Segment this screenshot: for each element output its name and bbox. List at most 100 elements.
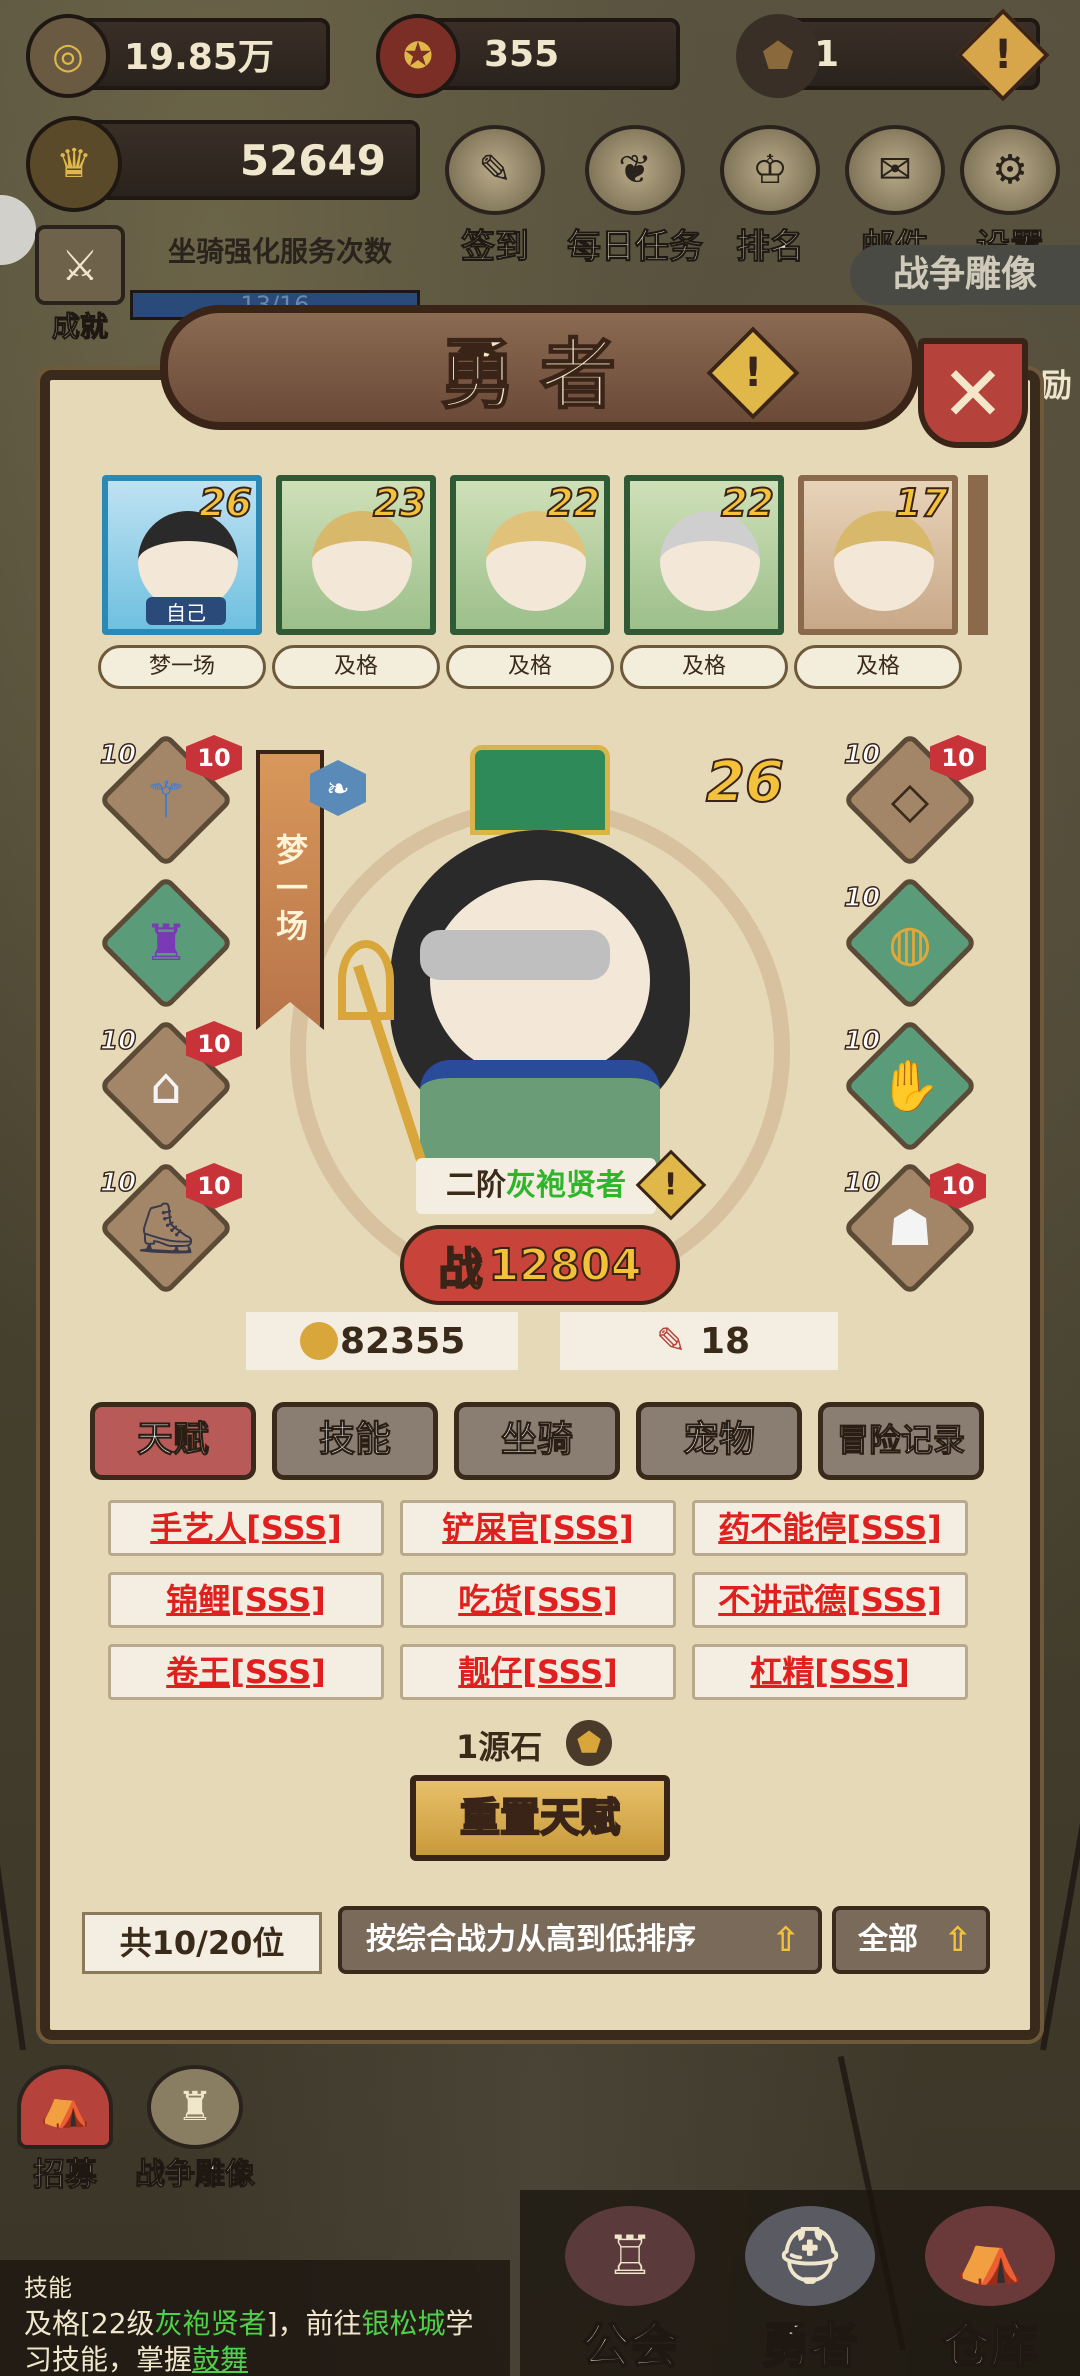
gold-counter[interactable]: ◎ 19.85万 xyxy=(26,14,330,98)
talent-link[interactable]: 锦鲤[SSS] xyxy=(108,1572,384,1628)
hero-level: 22 xyxy=(720,481,775,526)
talent-link[interactable]: 铲屎官[SSS] xyxy=(400,1500,676,1556)
sort-dropdown[interactable]: 按综合战力从高到低排序 ⇧ xyxy=(338,1906,822,1974)
self-tag: 自己 xyxy=(146,597,226,625)
equip-level: 10 xyxy=(99,739,137,771)
eye-bandage xyxy=(420,930,610,980)
class-tier: 二阶 xyxy=(446,1168,506,1203)
panel-title: 勇者 xyxy=(439,329,640,420)
talent-link[interactable]: 卷王[SSS] xyxy=(108,1644,384,1700)
power-counter: ♛ 52649 xyxy=(26,116,420,212)
hero-level-big: 26 xyxy=(705,749,785,816)
war-statue-button[interactable]: ♜ 战争雕像 xyxy=(125,2065,265,2193)
statue-icon: ♜ xyxy=(147,2065,243,2149)
hero-name: 及格 xyxy=(620,645,788,689)
task-text-part: ]，前往 xyxy=(266,2307,362,2340)
panel-title-bar: 勇者 xyxy=(160,305,920,430)
hero-count: 共10/20位 xyxy=(82,1912,322,1974)
nav-guild[interactable]: ♖ 公会 xyxy=(545,2206,715,2376)
scroll-cost-value: 18 xyxy=(700,1320,751,1362)
hero-level: 22 xyxy=(546,481,601,526)
medal-counter[interactable]: ✪ 355 xyxy=(376,14,680,98)
task-text: 及格[22级灰袍贤者]，前往银松城学习技能，掌握鼓舞 xyxy=(24,2306,486,2376)
gold-value: 19.85万 xyxy=(124,37,274,78)
mail-icon: ✉ xyxy=(845,125,945,215)
battle-power-banner: 战 12804 xyxy=(400,1225,680,1305)
tab-adventure-log[interactable]: 冒险记录 xyxy=(818,1402,984,1480)
talent-link[interactable]: 吃货[SSS] xyxy=(400,1572,676,1628)
nav-warehouse[interactable]: ⛺ 仓库 xyxy=(905,2206,1075,2376)
talent-link[interactable]: 靓仔[SSS] xyxy=(400,1644,676,1700)
task-title: 技能 xyxy=(24,2274,72,2302)
laurel-icon: ♛ xyxy=(26,116,122,212)
hero-level: 17 xyxy=(894,481,949,526)
achievement-button[interactable]: ⚔ 成就 xyxy=(30,225,130,345)
daily-task-button[interactable]: ❦ 每日任务 xyxy=(560,125,710,268)
scroll-icon: ✎ xyxy=(656,1320,687,1362)
scroll-icon: ❦ xyxy=(585,125,685,215)
crown-hat xyxy=(470,745,610,835)
talent-link[interactable]: 杠精[SSS] xyxy=(692,1644,968,1700)
exclamation-icon: ! xyxy=(743,350,763,396)
gear-icon: ⚙ xyxy=(960,125,1060,215)
battle-power-value: 12804 xyxy=(487,1239,642,1292)
achievement-label: 成就 xyxy=(51,310,108,344)
exclamation-icon: ! xyxy=(993,32,1013,78)
task-text-part: 及格[22级 xyxy=(24,2307,155,2340)
tab-mount[interactable]: 坐骑 xyxy=(454,1402,620,1480)
nav-warehouse-label: 仓库 xyxy=(941,2317,1039,2375)
sort-label: 按综合战力从高到低排序 xyxy=(366,1922,696,1957)
hero-portrait xyxy=(834,511,934,611)
hero-name: 及格 xyxy=(272,645,440,689)
hero-card[interactable]: 17 xyxy=(798,475,958,635)
hero-card-self[interactable]: 26 自己 xyxy=(102,475,262,635)
equip-level: 10 xyxy=(99,1167,137,1199)
recruit-button[interactable]: ⛺ 招募 xyxy=(10,2065,120,2194)
equip-level: 10 xyxy=(843,1167,881,1199)
shield-medal-icon: ✪ xyxy=(376,14,460,98)
scroll-cost: ✎ 18 xyxy=(560,1312,838,1370)
arrow-up-icon: ⇧ xyxy=(771,1920,801,1960)
hero-portrait xyxy=(660,511,760,611)
ranking-button[interactable]: ♔ 排名 xyxy=(705,125,835,268)
nav-hero[interactable]: ⛑ 勇者 xyxy=(725,2206,895,2376)
filter-dropdown[interactable]: 全部 ⇧ xyxy=(832,1906,990,1974)
filter-label: 全部 xyxy=(858,1922,918,1957)
hero-card[interactable]: 22 xyxy=(624,475,784,635)
coin-icon xyxy=(300,1322,338,1360)
class-name: 灰袍贤者 xyxy=(506,1168,626,1203)
tab-talent[interactable]: 天赋 xyxy=(90,1402,256,1480)
hero-card[interactable]: 22 xyxy=(450,475,610,635)
daily-task-label: 每日任务 xyxy=(567,227,704,268)
helmet-icon: ⛑ xyxy=(745,2206,875,2306)
tent-icon: ⛺ xyxy=(17,2065,113,2149)
task-city: 银松城 xyxy=(361,2307,446,2340)
hero-portrait xyxy=(312,511,412,611)
mount-service-label: 坐骑强化服务次数 xyxy=(167,235,392,268)
coin-icon: ◎ xyxy=(26,14,110,98)
nav-hero-label: 勇者 xyxy=(761,2317,859,2375)
war-statue-tab[interactable]: 战争雕像 xyxy=(850,245,1080,305)
hero-name: 及格 xyxy=(446,645,614,689)
equip-level: 10 xyxy=(843,1025,881,1057)
task-box[interactable]: 技能 及格[22级灰袍贤者]，前往银松城学习技能，掌握鼓舞 xyxy=(0,2260,510,2376)
castle-icon: ♖ xyxy=(565,2206,695,2306)
tab-pet[interactable]: 宠物 xyxy=(636,1402,802,1480)
talent-link[interactable]: 药不能停[SSS] xyxy=(692,1500,968,1556)
hero-portrait xyxy=(138,511,238,611)
talent-link[interactable]: 手艺人[SSS] xyxy=(108,1500,384,1556)
crown-icon: ♔ xyxy=(720,125,820,215)
task-link[interactable]: 鼓舞 xyxy=(192,2343,248,2376)
hero-name: 梦一场 xyxy=(98,645,266,689)
ranking-label: 排名 xyxy=(736,227,805,268)
close-button[interactable]: ✕ xyxy=(918,338,1028,448)
tab-skill[interactable]: 技能 xyxy=(272,1402,438,1480)
talent-link[interactable]: 不讲武德[SSS] xyxy=(692,1572,968,1628)
hero-name: 及格 xyxy=(794,645,962,689)
arrow-up-icon: ⇧ xyxy=(943,1920,973,1960)
hero-card[interactable]: 23 xyxy=(276,475,436,635)
checkin-button[interactable]: ✎ 签到 xyxy=(430,125,560,268)
task-class: 灰袍贤者 xyxy=(154,2307,267,2340)
reset-talent-button[interactable]: 重置天赋 xyxy=(410,1775,670,1861)
medal-value: 355 xyxy=(484,33,560,75)
